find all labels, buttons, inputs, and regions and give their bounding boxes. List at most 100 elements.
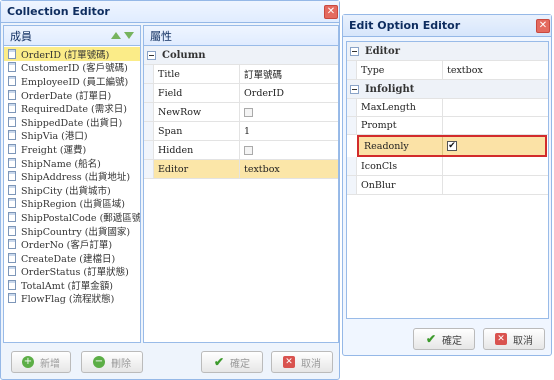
- list-item[interactable]: ShipPostalCode (郵遞區號): [4, 210, 140, 224]
- list-item[interactable]: ShipName (船名): [4, 156, 140, 169]
- members-header-label: 成員: [10, 29, 32, 43]
- collapse-icon[interactable]: [350, 84, 359, 94]
- list-item[interactable]: OrderStatus (訂單狀態): [4, 265, 140, 278]
- check-icon: ✔: [213, 355, 225, 369]
- plus-icon: +: [22, 356, 34, 368]
- property-value[interactable]: 1: [240, 122, 338, 140]
- list-item[interactable]: ShipAddress (出貨地址): [4, 169, 140, 183]
- property-name: MaxLength: [357, 99, 443, 116]
- file-icon: [8, 48, 16, 59]
- property-row-title[interactable]: Title 訂單號碼: [144, 65, 338, 84]
- option-property-grid: Editor Type textbox Infolight MaxLength …: [346, 41, 549, 319]
- property-name: Type: [357, 61, 443, 79]
- cancel-icon: ✕: [495, 333, 507, 345]
- members-panel: 成員 OrderID (訂單號碼) CustomerID (客戶號碼) Empl…: [3, 25, 141, 343]
- file-icon: [8, 252, 16, 263]
- option-editor-title: Edit Option Editor: [349, 19, 461, 32]
- property-name: Readonly: [357, 137, 443, 155]
- property-value[interactable]: textbox: [240, 160, 338, 178]
- property-value[interactable]: [443, 99, 548, 116]
- collapse-icon[interactable]: [350, 46, 359, 56]
- readonly-checkbox[interactable]: ✔: [447, 141, 457, 151]
- list-item[interactable]: TotalAmt (訂單金額): [4, 278, 140, 292]
- property-row-maxlength[interactable]: MaxLength: [347, 99, 548, 117]
- property-name: OnBlur: [357, 176, 443, 194]
- check-icon: ✔: [425, 332, 437, 346]
- file-icon: [8, 266, 16, 277]
- list-item[interactable]: CreateDate (建檔日): [4, 251, 140, 265]
- property-value[interactable]: [443, 176, 548, 194]
- property-name: Hidden: [154, 141, 240, 159]
- property-name: Span: [154, 122, 240, 140]
- collection-editor-dialog: Collection Editor ✕ 成員 OrderID (訂單號碼) Cu…: [0, 0, 340, 380]
- file-icon: [8, 157, 16, 168]
- hidden-checkbox[interactable]: [244, 145, 253, 155]
- list-item[interactable]: ShipCountry (出貨國家): [4, 224, 140, 237]
- list-item[interactable]: ShipCity (出貨城市): [4, 183, 140, 197]
- collapse-icon[interactable]: [147, 50, 156, 60]
- list-item[interactable]: OrderNo (客戶訂單): [4, 237, 140, 251]
- option-editor-titlebar[interactable]: Edit Option Editor: [343, 15, 551, 37]
- property-row-hidden[interactable]: Hidden: [144, 141, 338, 160]
- move-down-icon[interactable]: [124, 32, 134, 39]
- property-name: IconCls: [357, 157, 443, 175]
- ok-button[interactable]: ✔ 確定: [201, 351, 263, 373]
- property-row-prompt[interactable]: Prompt: [347, 117, 548, 135]
- property-group-column[interactable]: Column: [144, 46, 338, 65]
- file-icon: [8, 225, 16, 236]
- option-ok-button[interactable]: ✔ 確定: [413, 328, 475, 350]
- option-cancel-button[interactable]: ✕ 取消: [483, 328, 545, 350]
- property-row-editor[interactable]: Editor textbox: [144, 160, 338, 179]
- file-icon: [8, 293, 16, 304]
- file-icon: [8, 62, 16, 73]
- list-item[interactable]: RequiredDate (需求日): [4, 101, 140, 115]
- list-item[interactable]: OrderDate (訂單日): [4, 88, 140, 101]
- move-up-icon[interactable]: [111, 32, 121, 39]
- property-group-editor[interactable]: Editor: [347, 42, 548, 61]
- list-item[interactable]: Freight (運費): [4, 142, 140, 156]
- list-item[interactable]: EmployeeID (員工編號): [4, 74, 140, 88]
- close-icon[interactable]: ✕: [324, 5, 338, 19]
- properties-header: 屬性: [144, 26, 338, 46]
- collection-editor-titlebar[interactable]: Collection Editor: [1, 1, 339, 23]
- property-value[interactable]: [443, 157, 548, 175]
- delete-button[interactable]: − 刪除: [81, 351, 143, 373]
- property-row-readonly[interactable]: Readonly ✔: [347, 137, 548, 155]
- property-value[interactable]: textbox: [443, 61, 548, 79]
- file-icon: [8, 75, 16, 86]
- list-item[interactable]: ShipRegion (出貨區域): [4, 197, 140, 210]
- list-item[interactable]: OrderID (訂單號碼): [4, 47, 140, 61]
- file-icon: [8, 130, 16, 141]
- property-row-type[interactable]: Type textbox: [347, 61, 548, 80]
- property-row-newrow[interactable]: NewRow: [144, 103, 338, 122]
- property-row-span[interactable]: Span 1: [144, 122, 338, 141]
- property-name: Editor: [154, 160, 240, 178]
- property-name: Prompt: [357, 117, 443, 134]
- list-item[interactable]: FlowFlag (流程狀態): [4, 292, 140, 305]
- list-item[interactable]: CustomerID (客戶號碼): [4, 61, 140, 74]
- newrow-checkbox[interactable]: [244, 107, 253, 117]
- file-icon: [8, 211, 16, 222]
- property-group-infolight[interactable]: Infolight: [347, 80, 548, 99]
- cancel-icon: ✕: [283, 356, 295, 368]
- property-value[interactable]: OrderID: [240, 84, 338, 102]
- property-row-onblur[interactable]: OnBlur: [347, 176, 548, 195]
- file-icon: [8, 279, 16, 290]
- cancel-button[interactable]: ✕ 取消: [271, 351, 333, 373]
- properties-header-label: 屬性: [150, 29, 172, 43]
- property-name: Field: [154, 84, 240, 102]
- file-icon: [8, 116, 16, 127]
- list-item[interactable]: ShipVia (港口): [4, 129, 140, 142]
- property-name: NewRow: [154, 103, 240, 121]
- file-icon: [8, 103, 16, 114]
- close-icon[interactable]: ✕: [536, 19, 550, 33]
- property-value[interactable]: [443, 117, 548, 134]
- property-value[interactable]: 訂單號碼: [240, 65, 338, 83]
- list-item[interactable]: ShippedDate (出貨日): [4, 115, 140, 129]
- property-row-field[interactable]: Field OrderID: [144, 84, 338, 103]
- option-editor-dialog: Edit Option Editor ✕ Editor Type textbox…: [342, 14, 552, 356]
- file-icon: [8, 184, 16, 195]
- property-row-iconcls[interactable]: IconCls: [347, 157, 548, 176]
- members-header: 成員: [4, 26, 140, 46]
- add-button[interactable]: + 新增: [11, 351, 71, 373]
